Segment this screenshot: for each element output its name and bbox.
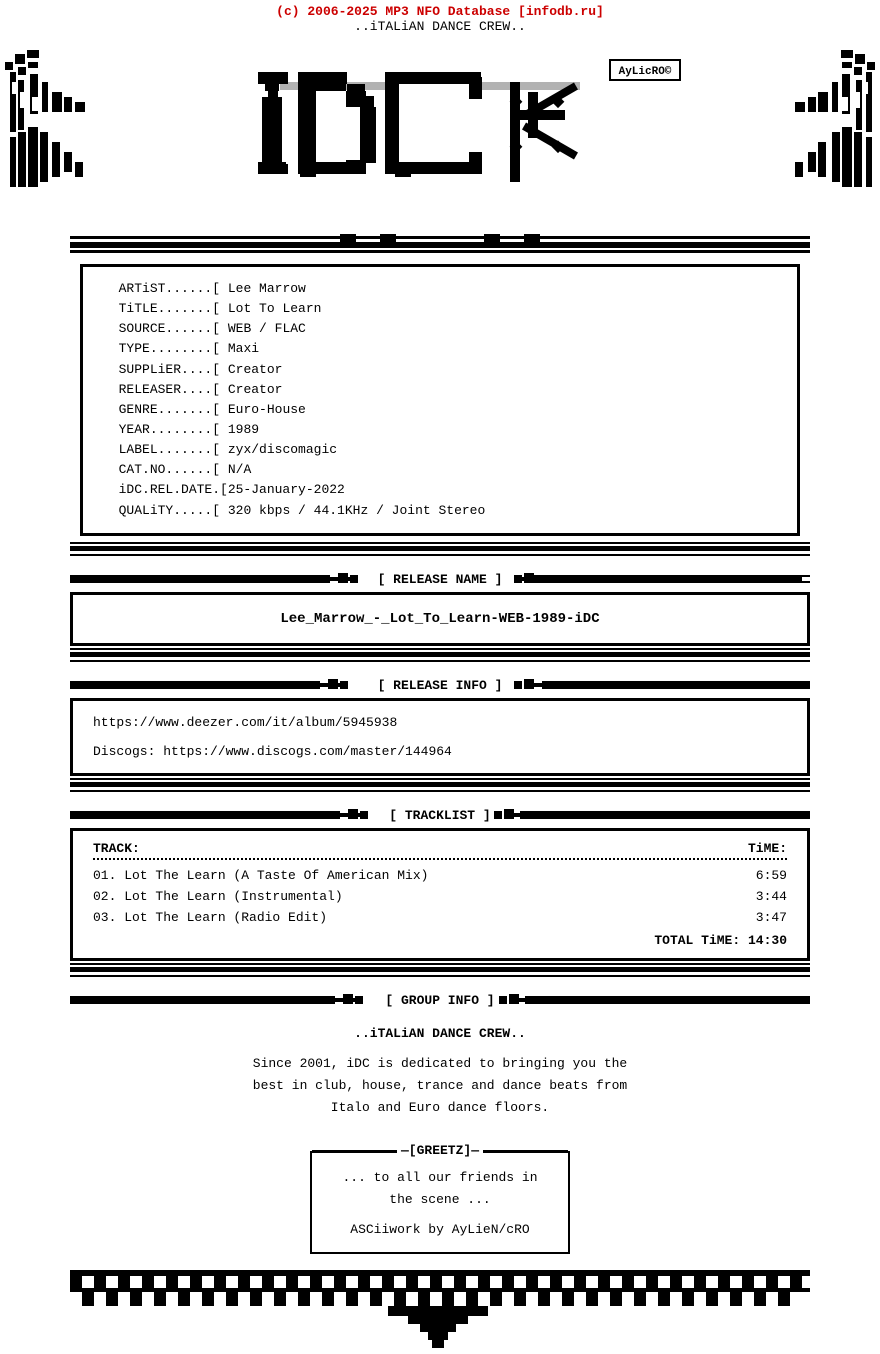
track-time-1: 6:59 (756, 866, 787, 887)
release-info-section-header: [ RELEASE INFO ] (70, 674, 810, 694)
greetz-line-right (483, 1150, 568, 1152)
greetz-line-left (312, 1150, 397, 1152)
track-col-header: TRACK: (93, 841, 140, 856)
total-time-row: TOTAL TiME: 14:30 (93, 933, 787, 948)
logo-area: AyLicRO© (0, 34, 880, 234)
supplier-label: SUPPLiER....[ (119, 362, 220, 377)
greetz-line2: the scene ... (328, 1189, 552, 1211)
copyright-text: (c) 2006-2025 MP3 NFO Database [infodb.r… (0, 4, 880, 19)
group-desc-text: Since 2001, iDC is dedicated to bringing… (90, 1053, 790, 1119)
title-value: Lot To Learn (228, 301, 322, 316)
release-name-section-header: [ RELEASE NAME ] (70, 568, 810, 588)
catno-label: CAT.NO......[ (119, 462, 220, 477)
table-row: 01. Lot The Learn (A Taste Of American M… (93, 866, 787, 887)
type-label: TYPE........[ (119, 341, 220, 356)
info-type-line: TYPE........[ Maxi (103, 339, 777, 359)
time-col-header: TiME: (748, 841, 787, 856)
info-releaser-line: RELEASER....[ Creator (103, 380, 777, 400)
greetz-header-line: —[GREETZ]— (312, 1143, 568, 1158)
group-name-text: ..iTALiAN DANCE CREW.. (90, 1023, 790, 1045)
label-value: zyx/discomagic (228, 442, 337, 457)
table-row: 03. Lot The Learn (Radio Edit) 3:47 (93, 908, 787, 929)
bottom-decoration (0, 1270, 880, 1354)
greetz-content: ... to all our friends in the scene ... … (328, 1167, 552, 1241)
deco-separator-5 (70, 963, 810, 983)
track-title-2: 02. Lot The Learn (Instrumental) (93, 887, 343, 908)
title-label: TiTLE.......[ (119, 301, 220, 316)
info-source-line: SOURCE......[ WEB / FLAC (103, 319, 777, 339)
release-info-line1: https://www.deezer.com/it/album/5945938 … (93, 711, 787, 764)
quality-value: 320 kbps / 44.1KHz / Joint Stereo (228, 503, 485, 518)
greetz-box: —[GREETZ]— ... to all our friends in the… (310, 1151, 570, 1253)
source-label: SOURCE......[ (119, 321, 220, 336)
info-reldate-line: iDC.REL.DATE.[25-January-2022 (103, 480, 777, 500)
type-value: Maxi (228, 341, 259, 356)
supplier-value: Creator (228, 362, 283, 377)
greetz-wrapper: —[GREETZ]— ... to all our friends in the… (0, 1141, 880, 1253)
info-genre-line: GENRE.......[ Euro-House (103, 400, 777, 420)
info-box: ARTiST......[ Lee Marrow TiTLE.......[ L… (80, 264, 800, 536)
deco-separator-3 (70, 648, 810, 668)
info-quality-line: QUALiTY.....[ 320 kbps / 44.1KHz / Joint… (103, 501, 777, 521)
release-name-box: Lee_Marrow_-_Lot_To_Learn-WEB-1989-iDC (70, 592, 810, 646)
greetz-line1: ... to all our friends in (328, 1167, 552, 1189)
info-catno-line: CAT.NO......[ N/A (103, 460, 777, 480)
greetz-line3: ASCiiwork by AyLieN/cRO (328, 1219, 552, 1241)
year-label: YEAR........[ (119, 422, 220, 437)
genre-label: GENRE.......[ (119, 402, 220, 417)
genre-value: Euro-House (228, 402, 306, 417)
group-name: ..iTALiAN DANCE CREW.. Since 2001, iDC i… (90, 1023, 790, 1119)
year-value: 1989 (228, 422, 259, 437)
tracklist-column-headers: TRACK: TiME: (93, 841, 787, 858)
deco-separator-2 (70, 542, 810, 562)
group-info-content: ..iTALiAN DANCE CREW.. Since 2001, iDC i… (70, 1013, 810, 1129)
source-value: WEB / FLAC (228, 321, 306, 336)
tracklist-divider (93, 858, 787, 860)
svg-text:[ RELEASE NAME ]: [ RELEASE NAME ] (378, 572, 503, 587)
artist-value: Lee Marrow (228, 281, 306, 296)
reldate-label: iDC.REL.DATE.[ (119, 482, 228, 497)
release-info-box: https://www.deezer.com/it/album/5945938 … (70, 698, 810, 777)
info-title-line: TiTLE.......[ Lot To Learn (103, 299, 777, 319)
svg-text:[ GROUP INFO ]: [ GROUP INFO ] (385, 993, 494, 1008)
artist-label: ARTiST......[ (119, 281, 220, 296)
table-row: 02. Lot The Learn (Instrumental) 3:44 (93, 887, 787, 908)
track-title-3: 03. Lot The Learn (Radio Edit) (93, 908, 327, 929)
svg-text:[ RELEASE INFO ]: [ RELEASE INFO ] (378, 678, 503, 693)
tracklist-section-header: [ TRACKLIST ] (70, 804, 810, 824)
release-name-value: Lee_Marrow_-_Lot_To_Learn-WEB-1989-iDC (93, 605, 787, 633)
quality-label: QUALiTY.....[ (119, 503, 220, 518)
info-year-line: YEAR........[ 1989 (103, 420, 777, 440)
tracklist-box: TRACK: TiME: 01. Lot The Learn (A Taste … (70, 828, 810, 960)
releaser-label: RELEASER....[ (119, 382, 220, 397)
idc-subtitle: ..iTALiAN DANCE CREW.. (0, 19, 880, 34)
deco-separator-1 (70, 234, 810, 258)
label-label: LABEL.......[ (119, 442, 220, 457)
total-time-label: TOTAL TiME: (654, 933, 740, 948)
page-wrapper: (c) 2006-2025 MP3 NFO Database [infodb.r… (0, 0, 880, 1354)
track-title-1: 01. Lot The Learn (A Taste Of American M… (93, 866, 428, 887)
header-area: (c) 2006-2025 MP3 NFO Database [infodb.r… (0, 0, 880, 34)
group-info-section-header: [ GROUP INFO ] (70, 989, 810, 1009)
svg-text:[ TRACKLIST ]: [ TRACKLIST ] (389, 808, 490, 823)
info-supplier-line: SUPPLiER....[ Creator (103, 360, 777, 380)
total-time-value: 14:30 (748, 933, 787, 948)
svg-text:AyLicRO©: AyLicRO© (619, 66, 672, 78)
reldate-value: 25-January-2022 (228, 482, 345, 497)
greetz-header-text: —[GREETZ]— (397, 1143, 483, 1158)
track-time-3: 3:47 (756, 908, 787, 929)
logo-svg: AyLicRO© (0, 42, 880, 227)
releaser-value: Creator (228, 382, 283, 397)
catno-value: N/A (228, 462, 251, 477)
track-time-2: 3:44 (756, 887, 787, 908)
deco-separator-4 (70, 778, 810, 798)
info-artist-line: ARTiST......[ Lee Marrow (103, 279, 777, 299)
info-label-line: LABEL.......[ zyx/discomagic (103, 440, 777, 460)
